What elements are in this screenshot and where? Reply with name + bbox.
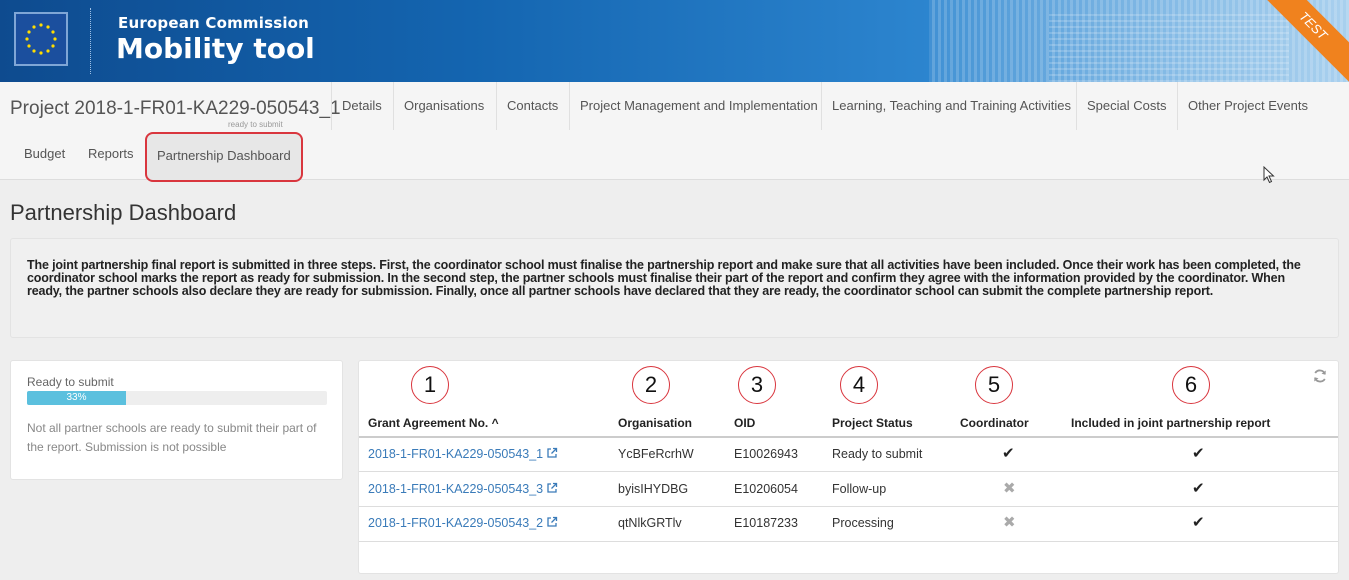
refresh-icon[interactable]	[1312, 368, 1328, 384]
table-row-1-organisation: YcBFeRcrhW	[618, 447, 694, 461]
table-row-3-oid: E10187233	[734, 516, 798, 530]
table-row-3-status: Processing	[832, 516, 894, 530]
table-row-2-oid: E10206054	[734, 482, 798, 496]
external-link-icon[interactable]	[546, 516, 558, 528]
table-row-3-grant-link[interactable]: 2018-1-FR01-KA229-050543_2	[368, 516, 558, 530]
info-text: The joint partnership final report is su…	[27, 258, 1301, 298]
col-header-grant[interactable]: Grant Agreement No. ^	[368, 416, 499, 430]
building-windows	[1049, 10, 1289, 82]
header-divider	[359, 436, 1338, 438]
cross-icon: ✖	[1003, 480, 1016, 497]
banner-divider	[90, 8, 91, 74]
project-status-label: ready to submit	[228, 120, 283, 129]
tab-project-management[interactable]: Project Management and Implementation	[569, 82, 828, 130]
grant-number[interactable]: 2018-1-FR01-KA229-050543_1	[368, 447, 543, 461]
table-row-2-grant-link[interactable]: 2018-1-FR01-KA229-050543_3	[368, 482, 558, 496]
row-divider	[359, 541, 1338, 542]
grant-number[interactable]: 2018-1-FR01-KA229-050543_2	[368, 516, 543, 530]
tab-budget[interactable]: Budget	[14, 130, 75, 178]
grant-number[interactable]: 2018-1-FR01-KA229-050543_3	[368, 482, 543, 496]
annotation-1: 1	[411, 366, 449, 404]
annotation-5: 5	[975, 366, 1013, 404]
app-title[interactable]: Mobility tool	[116, 32, 315, 65]
external-link-icon[interactable]	[546, 447, 558, 459]
annotation-6: 6	[1172, 366, 1210, 404]
check-icon: ✔	[1192, 480, 1205, 497]
check-icon: ✔	[1192, 514, 1205, 531]
row-divider	[359, 506, 1338, 507]
tab-other-project-events[interactable]: Other Project Events	[1177, 82, 1318, 130]
external-link-icon[interactable]	[546, 482, 558, 494]
progress-bar: 33%	[27, 391, 327, 405]
check-icon: ✔	[1192, 445, 1205, 462]
tab-learning-activities[interactable]: Learning, Teaching and Training Activiti…	[821, 82, 1081, 130]
tab-organisations[interactable]: Organisations	[393, 82, 494, 130]
tab-contacts[interactable]: Contacts	[496, 82, 568, 130]
org-name: European Commission	[118, 14, 310, 32]
check-icon: ✔	[1002, 445, 1015, 462]
table-row-1-status: Ready to submit	[832, 447, 923, 461]
progress-fill: 33%	[27, 391, 126, 405]
table-row-1-oid: E10026943	[734, 447, 798, 461]
project-nav: Project 2018-1-FR01-KA229-050543_1 ready…	[0, 82, 1349, 182]
row-divider	[359, 471, 1338, 472]
submission-status-panel: Ready to submit 33% Not all partner scho…	[10, 360, 343, 480]
annotation-3: 3	[738, 366, 776, 404]
project-title: Project 2018-1-FR01-KA229-050543_1	[10, 98, 341, 119]
col-header-coordinator[interactable]: Coordinator	[960, 416, 1029, 430]
status-label: Ready to submit	[27, 375, 114, 389]
col-header-organisation[interactable]: Organisation	[618, 416, 692, 430]
cross-icon: ✖	[1003, 514, 1016, 531]
table-row-2-status: Follow-up	[832, 482, 887, 496]
tab-reports[interactable]: Reports	[78, 130, 144, 178]
info-box: The joint partnership final report is su…	[10, 238, 1339, 338]
table-row-3-organisation: qtNlkGRTlv	[618, 516, 682, 530]
table-row-1-grant-link[interactable]: 2018-1-FR01-KA229-050543_1	[368, 447, 558, 461]
annotation-4: 4	[840, 366, 878, 404]
col-header-included[interactable]: Included in joint partnership report	[1071, 416, 1270, 430]
page-title: Partnership Dashboard	[10, 200, 237, 225]
tab-details[interactable]: Details	[331, 82, 392, 130]
tab-special-costs[interactable]: Special Costs	[1076, 82, 1176, 130]
eu-flag-logo	[14, 12, 68, 66]
col-header-oid[interactable]: OID	[734, 416, 755, 430]
header-banner: European Commission Mobility tool TEST	[0, 0, 1349, 82]
tab-partnership-dashboard[interactable]: Partnership Dashboard	[145, 132, 303, 182]
table-row-2-organisation: byisIHYDBG	[618, 482, 689, 496]
mouse-cursor-icon	[1263, 166, 1275, 184]
status-message: Not all partner schools are ready to sub…	[27, 421, 317, 454]
col-header-project-status[interactable]: Project Status	[832, 416, 913, 430]
annotation-2: 2	[632, 366, 670, 404]
